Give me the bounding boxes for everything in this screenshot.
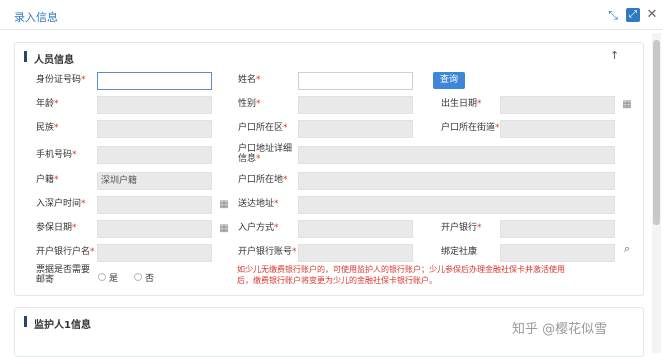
label-hukou-location: 户口所在地* [238,175,288,185]
insure-date-field [97,220,212,238]
label-ethnicity: 民族* [36,123,59,133]
account-number-field [298,244,413,262]
radio-no-label: 否 [145,274,155,284]
label-phone: 手机号码* [36,150,77,160]
label-insure-date: 参保日期* [36,223,77,233]
name-input[interactable] [298,72,413,90]
watermark: 知乎 @樱花似雪 [512,322,608,337]
label-id-number: 身份证号码* [36,75,86,85]
calendar-icon[interactable]: ▦ [620,98,634,112]
enroll-time-field [97,196,212,214]
hukou-district-field [298,120,413,138]
section-marker [24,316,27,327]
label-household: 户籍* [36,175,59,185]
section-title-guardian: 监护人1信息 [34,320,91,331]
section-marker [24,51,27,62]
label-bank: 开户银行* [441,223,482,233]
label-enroll-method: 入户方式* [238,223,279,233]
label-enroll-time: 入深户时间* [36,199,86,209]
shrink-icon[interactable]: ⤡ [606,8,620,22]
collapse-icon[interactable]: ↑ [610,49,619,62]
label-account-number: 开户银行账号* [238,247,297,257]
social-card-field [500,244,615,262]
label-account-name: 开户银行户名* [36,247,95,257]
dialog-window: 录入信息 ⤡ ⤢ ✕ 人员信息 ↑ 身份证号码* 姓名* 查询 年龄* 性别* … [0,0,663,357]
label-delivery-address: 送达地址* [238,199,279,209]
label-name: 姓名* [238,75,261,85]
account-name-field [97,244,212,262]
label-gender: 性别* [238,99,261,109]
radio-no[interactable] [134,273,142,281]
radio-yes-label: 是 [109,274,119,284]
dialog-title: 录入信息 [14,11,58,24]
label-hukou-street: 户口所在街道* [441,123,500,133]
phone-field [97,146,212,164]
birth-date-field [500,96,615,114]
age-field [97,96,212,114]
close-icon[interactable]: ✕ [645,8,659,22]
label-mail-required: 票据是否需要 邮寄 [36,265,91,285]
hukou-address-field [298,146,615,164]
label-social-card: 绑定社康 [441,247,478,257]
scrollbar-thumb[interactable] [653,40,660,225]
calendar-icon[interactable]: ▦ [217,222,231,236]
label-hukou-address: 户口地址详细 信息* [238,144,293,164]
label-age: 年龄* [36,99,59,109]
label-hukou-district: 户口所在区* [238,123,288,133]
household-field: 深圳户籍 [97,172,212,190]
gender-field [298,96,413,114]
notice-text: 如少儿无缴费银行账户的，可使用监护人的银行账户；少儿参保后办理金融社保卡并激活使… [237,265,565,285]
hukou-street-field [500,120,615,138]
id-number-input[interactable] [97,72,212,90]
calendar-icon[interactable]: ▦ [217,198,231,212]
enroll-method-field [298,220,413,238]
hukou-location-field [298,172,615,190]
delivery-address-field [298,196,615,214]
expand-icon[interactable]: ⤢ [626,8,640,22]
search-icon[interactable]: ⌕ [620,242,634,256]
bank-field [500,220,615,238]
ethnicity-field [97,120,212,138]
label-birth-date: 出生日期* [441,99,482,109]
titlebar: 录入信息 ⤡ ⤢ ✕ [0,0,663,30]
radio-yes[interactable] [98,273,106,281]
section-title-personal: 人员信息 [34,55,74,66]
query-button[interactable]: 查询 [433,72,465,89]
